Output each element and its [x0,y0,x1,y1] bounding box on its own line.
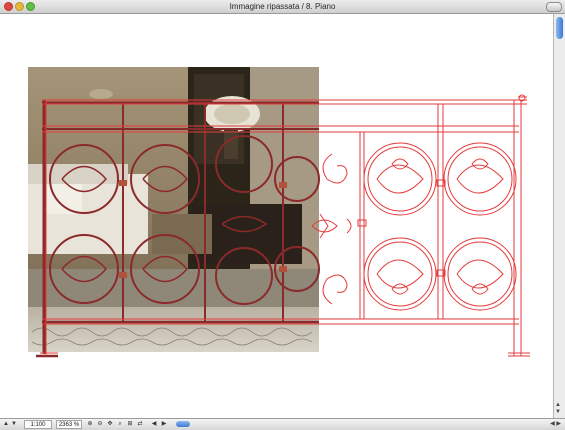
room-photo [28,67,319,352]
horizontal-scroll-arrows[interactable]: ◀ ▶ [550,420,561,429]
scroll-left-arrow-icon[interactable]: ◀ [550,421,555,427]
toolbar-toggle-button[interactable] [546,2,562,12]
status-bar: ▲ ▼ 1:100 2363 % ⊕ ⊖ ✥ ⌕ ⊞ ⇄ ◀ ▶ ◀ ▶ [0,418,565,430]
vertical-scrollbar[interactable]: ▲ ▼ [553,14,565,418]
scale-field[interactable]: 1:100 [24,420,52,429]
scroll-up-arrow-icon[interactable]: ▲ [555,402,561,409]
scroll-down-arrow-icon[interactable]: ▼ [555,409,561,416]
fit-view-icon[interactable]: ⊞ [126,420,134,429]
pan-icon[interactable]: ✥ [106,420,114,429]
vertical-scroll-thumb[interactable] [556,17,563,39]
canvas-drawing [28,67,530,358]
zoom-in-icon[interactable]: ⊕ [86,420,94,429]
drawing-window: Immagine ripassata / 8. Piano ▲ ▼ ▲ ▼ 1:… [0,0,565,430]
zoom-window-icon[interactable]: ⌕ [116,420,124,429]
scroll-right-arrow-icon[interactable]: ▶ [556,421,561,427]
arrow-left-icon[interactable]: ◀ [150,420,158,429]
vertical-scroll-arrows[interactable]: ▲ ▼ [555,402,561,416]
window-title: Immagine ripassata / 8. Piano [229,2,336,11]
zoom-out-icon[interactable]: ⊖ [96,420,104,429]
horizontal-scroll-thumb[interactable] [176,421,190,427]
drawing-canvas[interactable] [2,14,553,418]
swap-view-icon[interactable]: ⇄ [136,420,144,429]
zoom-percent-field[interactable]: 2363 % [56,420,82,429]
nav-down-icon[interactable]: ▼ [10,420,18,429]
nav-up-icon[interactable]: ▲ [2,420,10,429]
title-bar[interactable]: Immagine ripassata / 8. Piano [0,0,565,14]
arrow-right-icon[interactable]: ▶ [160,420,168,429]
